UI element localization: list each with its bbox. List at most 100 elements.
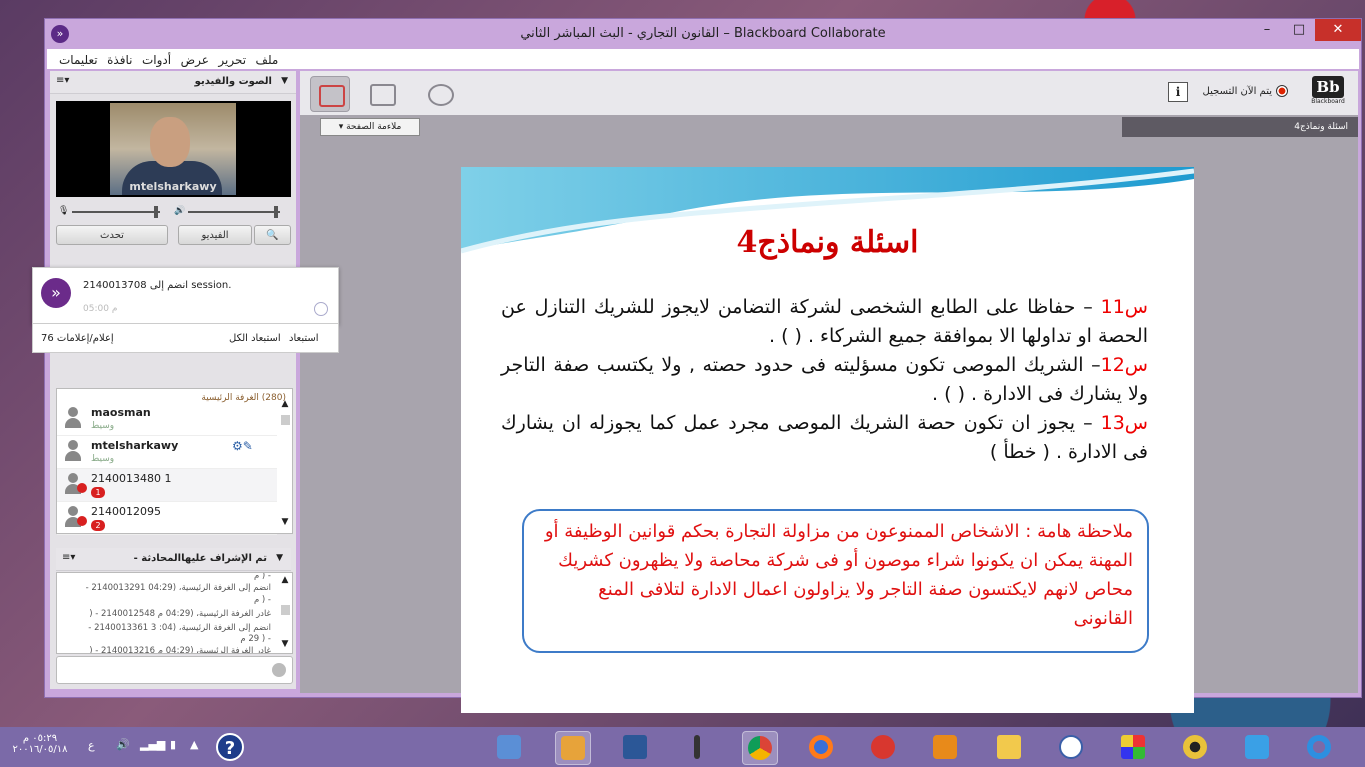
search-icon[interactable]: 🔍 bbox=[254, 225, 291, 245]
content-toolbar: i يتم الآن التسجيل Bb Blackboard bbox=[300, 71, 1358, 116]
menu-edit[interactable]: تحرير bbox=[212, 51, 246, 67]
volume-icon[interactable]: 🔊 bbox=[116, 738, 130, 751]
content-subbar: ملاءمة الصفحة ▾ اسئلة ونماذج4 bbox=[300, 115, 1358, 137]
participants-scrollbar[interactable]: ▲ ▼ bbox=[279, 399, 291, 529]
participant-row[interactable]: maosman وسيط bbox=[57, 403, 277, 436]
chat-line: انضم إلى الغرفة الرئيسية، (04:29 2140013… bbox=[85, 583, 271, 593]
windows-taskbar: ٠٥:٢٩ م ٢٠٠١٦/٠٥/١٨ ع 🔊 ▂▄▆ ▮ ▲ ? bbox=[0, 727, 1365, 767]
participant-row[interactable]: mtelsharkawy وسيط ⚙✎ bbox=[57, 436, 277, 469]
puzzle-app-icon bbox=[1121, 735, 1145, 759]
collapse-arrow-icon[interactable]: ▼ bbox=[276, 553, 283, 563]
user-icon bbox=[65, 440, 81, 462]
participant-role: وسيط bbox=[91, 454, 115, 464]
menu-help[interactable]: تعليمات bbox=[53, 51, 98, 67]
menu-bar: ملف تحرير عرض أدوات نافذة تعليمات bbox=[47, 49, 1359, 69]
menu-tools[interactable]: أدوات bbox=[136, 51, 171, 67]
minimize-button[interactable]: – bbox=[1251, 19, 1283, 41]
file-explorer-icon bbox=[997, 735, 1021, 759]
talk-button[interactable]: تحدث bbox=[56, 225, 168, 245]
clock-icon bbox=[314, 302, 328, 316]
video-button[interactable]: الفيديو bbox=[178, 225, 252, 245]
speaker-level-knob[interactable] bbox=[274, 206, 278, 218]
taskbar-app-explorer[interactable] bbox=[992, 731, 1026, 763]
av-buttons: تحدث الفيديو 🔍 bbox=[56, 225, 291, 245]
mic-level-knob[interactable] bbox=[154, 206, 158, 218]
collapse-arrow-icon[interactable]: ▼ bbox=[281, 76, 288, 86]
taskbar-app-chrome[interactable] bbox=[742, 731, 778, 765]
scroll-down-icon[interactable]: ▼ bbox=[279, 517, 291, 529]
taskbar-app-hp[interactable] bbox=[1054, 731, 1088, 763]
dismiss-all-link[interactable]: استبعاد الكل bbox=[229, 333, 281, 344]
page-tab[interactable]: اسئلة ونماذج4 bbox=[1122, 117, 1358, 137]
alerts-count: 76 إعلام/إعلامات bbox=[41, 333, 114, 344]
app-share-icon bbox=[370, 84, 396, 106]
dismiss-link[interactable]: استبعاد bbox=[289, 333, 319, 344]
menu-window[interactable]: نافذة bbox=[101, 51, 132, 67]
join-notification[interactable]: » 2140013708 انضم إلى session. 05:00 م bbox=[32, 267, 339, 325]
taskbar-app-network[interactable] bbox=[492, 731, 526, 763]
participant-name: mtelsharkawy bbox=[91, 439, 179, 452]
chat-line: - ( 29 م bbox=[240, 634, 271, 644]
question-number: س13 bbox=[1100, 412, 1148, 434]
recording-indicator[interactable]: يتم الآن التسجيل bbox=[1203, 85, 1288, 97]
mic-level-track[interactable] bbox=[72, 211, 160, 213]
taskbar-app-speaker[interactable] bbox=[1178, 731, 1212, 763]
taskbar-app-rocket[interactable] bbox=[1240, 731, 1274, 763]
help-icon[interactable]: ? bbox=[216, 733, 244, 761]
taskbar-app-firefox[interactable] bbox=[804, 731, 838, 763]
java-icon bbox=[561, 736, 585, 760]
scroll-up-icon[interactable]: ▲ bbox=[279, 399, 291, 411]
recording-label: يتم الآن التسجيل bbox=[1202, 86, 1272, 97]
scroll-down-icon[interactable]: ▼ bbox=[279, 639, 291, 651]
whiteboard-tool-button[interactable] bbox=[310, 76, 350, 112]
battery-icon[interactable]: ▮ bbox=[170, 738, 176, 751]
tray-date: ٢٠٠١٦/٠٥/١٨ bbox=[12, 744, 68, 755]
presenter-status-icon: ⚙✎ bbox=[232, 439, 253, 453]
taskbar-app-r[interactable] bbox=[866, 731, 900, 763]
media-player-icon bbox=[933, 735, 957, 759]
taskbar-app-ie[interactable] bbox=[1302, 731, 1336, 763]
taskbar-app-recorder[interactable] bbox=[680, 731, 714, 763]
maximize-button[interactable]: □ bbox=[1283, 19, 1315, 41]
language-indicator[interactable]: ع bbox=[88, 739, 95, 752]
participant-role: وسيط bbox=[91, 421, 115, 431]
chat-input[interactable] bbox=[56, 656, 293, 684]
raised-hand-icon bbox=[77, 516, 87, 526]
participant-row[interactable]: 2140013480 1 1 bbox=[57, 469, 277, 502]
slide-questions: س11 – حفاظا على الطابع الشخصى لشركة التض… bbox=[501, 293, 1148, 467]
rocket-app-icon bbox=[1245, 735, 1269, 759]
record-icon bbox=[1276, 85, 1288, 97]
close-button[interactable]: ✕ bbox=[1315, 19, 1361, 41]
notification-text: 2140013708 انضم إلى session. bbox=[83, 280, 232, 291]
question-text: – الشريك الموصى تكون مسؤليته فى حدود حصت… bbox=[501, 354, 1148, 405]
chat-log: - ( م انضم إلى الغرفة الرئيسية، (04:29 2… bbox=[56, 572, 293, 654]
network-icon[interactable]: ▂▄▆ bbox=[140, 738, 165, 751]
video-caption: mtelsharkawy bbox=[129, 180, 217, 193]
show-hidden-icons[interactable]: ▲ bbox=[190, 738, 198, 751]
menu-file[interactable]: ملف bbox=[250, 51, 279, 67]
scroll-thumb[interactable] bbox=[281, 605, 290, 615]
scroll-up-icon[interactable]: ▲ bbox=[279, 575, 291, 587]
taskbar-app-puzzle[interactable] bbox=[1116, 731, 1150, 763]
taskbar-app-word[interactable] bbox=[618, 731, 652, 763]
chat-scrollbar[interactable]: ▲ ▼ bbox=[279, 575, 291, 651]
taskbar-app-java[interactable] bbox=[555, 731, 591, 765]
info-icon[interactable]: i bbox=[1168, 82, 1188, 102]
speaker-level-track[interactable] bbox=[188, 211, 280, 213]
collaborate-notification-icon: » bbox=[41, 278, 71, 308]
panel-options-icon[interactable]: ≡▾ bbox=[56, 75, 69, 86]
panel-options-icon[interactable]: ≡▾ bbox=[62, 552, 75, 563]
participant-name: maosman bbox=[91, 406, 151, 419]
fit-page-select[interactable]: ملاءمة الصفحة ▾ bbox=[320, 118, 420, 136]
participant-row[interactable]: 2140012095 2 bbox=[57, 502, 277, 535]
video-feed: mtelsharkawy bbox=[56, 101, 291, 197]
menu-view[interactable]: عرض bbox=[175, 51, 209, 67]
important-note: ملاحظة هامة : الاشخاص الممنوعون من مزاول… bbox=[522, 509, 1149, 653]
web-tour-tool-button[interactable] bbox=[420, 76, 458, 110]
taskbar-app-media[interactable] bbox=[928, 731, 962, 763]
emoticon-icon[interactable] bbox=[272, 663, 286, 677]
hp-icon bbox=[1059, 735, 1083, 759]
app-share-tool-button[interactable] bbox=[362, 76, 400, 110]
tray-clock[interactable]: ٠٥:٢٩ م ٢٠٠١٦/٠٥/١٨ bbox=[10, 733, 70, 755]
scroll-thumb[interactable] bbox=[281, 415, 290, 425]
